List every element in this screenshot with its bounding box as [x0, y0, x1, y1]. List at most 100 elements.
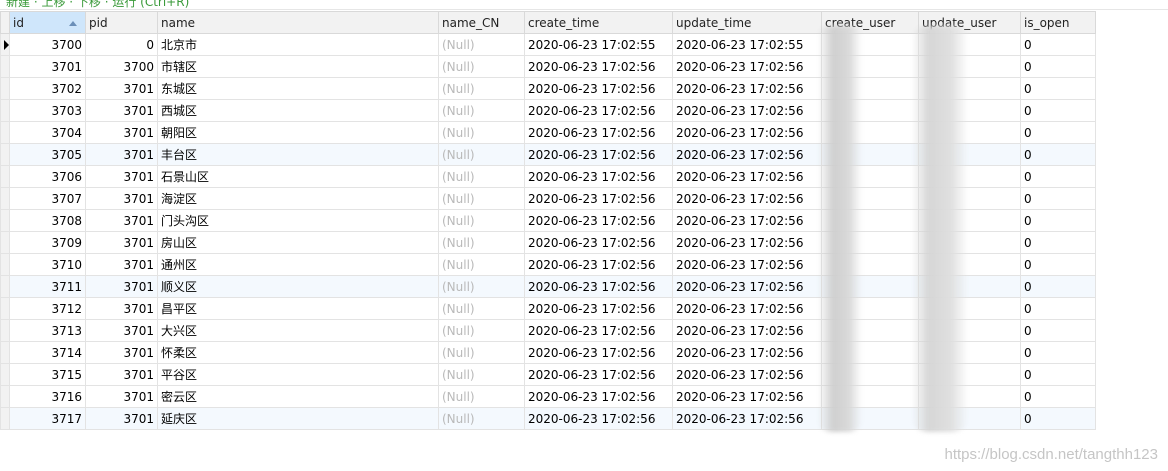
- cell-create-time[interactable]: 2020-06-23 17:02:56: [524, 407, 673, 430]
- row-indicator[interactable]: [0, 363, 10, 386]
- cell-name-cn[interactable]: (Null): [438, 121, 525, 144]
- cell-create-time[interactable]: 2020-06-23 17:02:55: [524, 33, 673, 56]
- cell-update-time[interactable]: 2020-06-23 17:02:56: [672, 143, 822, 166]
- cell-is-open[interactable]: 0: [1020, 341, 1096, 364]
- cell-id[interactable]: 3706: [9, 165, 86, 188]
- cell-name-cn[interactable]: (Null): [438, 319, 525, 342]
- cell-is-open[interactable]: 0: [1020, 165, 1096, 188]
- cell-update-time[interactable]: 2020-06-23 17:02:55: [672, 33, 822, 56]
- cell-is-open[interactable]: 0: [1020, 77, 1096, 100]
- cell-is-open[interactable]: 0: [1020, 143, 1096, 166]
- cell-name-cn[interactable]: (Null): [438, 253, 525, 276]
- cell-is-open[interactable]: 0: [1020, 121, 1096, 144]
- cell-name[interactable]: 海淀区: [157, 187, 439, 210]
- cell-name[interactable]: 市辖区: [157, 55, 439, 78]
- row-indicator[interactable]: [0, 319, 10, 342]
- cell-id[interactable]: 3710: [9, 253, 86, 276]
- row-indicator[interactable]: [0, 143, 10, 166]
- cell-id[interactable]: 3717: [9, 407, 86, 430]
- row-indicator[interactable]: [0, 187, 10, 210]
- cell-name-cn[interactable]: (Null): [438, 55, 525, 78]
- cell-update-time[interactable]: 2020-06-23 17:02:56: [672, 209, 822, 232]
- cell-pid[interactable]: 3701: [85, 77, 158, 100]
- cell-name[interactable]: 平谷区: [157, 363, 439, 386]
- cell-name-cn[interactable]: (Null): [438, 297, 525, 320]
- row-indicator[interactable]: [0, 121, 10, 144]
- row-indicator[interactable]: [0, 275, 10, 298]
- cell-create-time[interactable]: 2020-06-23 17:02:56: [524, 231, 673, 254]
- cell-name[interactable]: 通州区: [157, 253, 439, 276]
- cell-pid[interactable]: 3701: [85, 407, 158, 430]
- cell-name[interactable]: 门头沟区: [157, 209, 439, 232]
- row-indicator[interactable]: [0, 297, 10, 320]
- cell-name[interactable]: 密云区: [157, 385, 439, 408]
- row-indicator[interactable]: [0, 209, 10, 232]
- cell-name[interactable]: 朝阳区: [157, 121, 439, 144]
- cell-id[interactable]: 3705: [9, 143, 86, 166]
- cell-id[interactable]: 3711: [9, 275, 86, 298]
- cell-name[interactable]: 石景山区: [157, 165, 439, 188]
- cell-name-cn[interactable]: (Null): [438, 231, 525, 254]
- cell-create-time[interactable]: 2020-06-23 17:02:56: [524, 341, 673, 364]
- cell-create-time[interactable]: 2020-06-23 17:02:56: [524, 363, 673, 386]
- cell-update-time[interactable]: 2020-06-23 17:02:56: [672, 363, 822, 386]
- cell-is-open[interactable]: 0: [1020, 99, 1096, 122]
- cell-update-time[interactable]: 2020-06-23 17:02:56: [672, 165, 822, 188]
- cell-update-time[interactable]: 2020-06-23 17:02:56: [672, 121, 822, 144]
- cell-create-time[interactable]: 2020-06-23 17:02:56: [524, 253, 673, 276]
- cell-create-time[interactable]: 2020-06-23 17:02:56: [524, 77, 673, 100]
- cell-id[interactable]: 3704: [9, 121, 86, 144]
- cell-pid[interactable]: 3701: [85, 165, 158, 188]
- cell-name[interactable]: 延庆区: [157, 407, 439, 430]
- cell-create-time[interactable]: 2020-06-23 17:02:56: [524, 385, 673, 408]
- cell-is-open[interactable]: 0: [1020, 275, 1096, 298]
- cell-name-cn[interactable]: (Null): [438, 143, 525, 166]
- cell-id[interactable]: 3716: [9, 385, 86, 408]
- cell-pid[interactable]: 0: [85, 33, 158, 56]
- cell-update-time[interactable]: 2020-06-23 17:02:56: [672, 77, 822, 100]
- cell-is-open[interactable]: 0: [1020, 231, 1096, 254]
- cell-name[interactable]: 怀柔区: [157, 341, 439, 364]
- cell-pid[interactable]: 3700: [85, 55, 158, 78]
- cell-create-time[interactable]: 2020-06-23 17:02:56: [524, 165, 673, 188]
- cell-name-cn[interactable]: (Null): [438, 99, 525, 122]
- cell-id[interactable]: 3702: [9, 77, 86, 100]
- cell-is-open[interactable]: 0: [1020, 253, 1096, 276]
- cell-update-time[interactable]: 2020-06-23 17:02:56: [672, 319, 822, 342]
- cell-create-time[interactable]: 2020-06-23 17:02:56: [524, 143, 673, 166]
- cell-is-open[interactable]: 0: [1020, 407, 1096, 430]
- cell-name-cn[interactable]: (Null): [438, 363, 525, 386]
- cell-is-open[interactable]: 0: [1020, 33, 1096, 56]
- cell-id[interactable]: 3703: [9, 99, 86, 122]
- cell-is-open[interactable]: 0: [1020, 55, 1096, 78]
- row-indicator[interactable]: [0, 341, 10, 364]
- cell-is-open[interactable]: 0: [1020, 297, 1096, 320]
- cell-update-time[interactable]: 2020-06-23 17:02:56: [672, 385, 822, 408]
- cell-update-time[interactable]: 2020-06-23 17:02:56: [672, 407, 822, 430]
- cell-create-time[interactable]: 2020-06-23 17:02:56: [524, 297, 673, 320]
- cell-update-time[interactable]: 2020-06-23 17:02:56: [672, 99, 822, 122]
- cell-name-cn[interactable]: (Null): [438, 209, 525, 232]
- cell-is-open[interactable]: 0: [1020, 187, 1096, 210]
- cell-id[interactable]: 3709: [9, 231, 86, 254]
- cell-is-open[interactable]: 0: [1020, 209, 1096, 232]
- cell-name[interactable]: 东城区: [157, 77, 439, 100]
- cell-pid[interactable]: 3701: [85, 253, 158, 276]
- cell-name-cn[interactable]: (Null): [438, 33, 525, 56]
- cell-name-cn[interactable]: (Null): [438, 165, 525, 188]
- cell-pid[interactable]: 3701: [85, 187, 158, 210]
- cell-pid[interactable]: 3701: [85, 363, 158, 386]
- cell-pid[interactable]: 3701: [85, 385, 158, 408]
- cell-pid[interactable]: 3701: [85, 99, 158, 122]
- cell-pid[interactable]: 3701: [85, 341, 158, 364]
- cell-name[interactable]: 北京市: [157, 33, 439, 56]
- row-indicator[interactable]: [0, 253, 10, 276]
- cell-is-open[interactable]: 0: [1020, 363, 1096, 386]
- column-header-update-time[interactable]: update_time: [672, 11, 822, 34]
- cell-create-time[interactable]: 2020-06-23 17:02:56: [524, 99, 673, 122]
- cell-pid[interactable]: 3701: [85, 209, 158, 232]
- cell-id[interactable]: 3712: [9, 297, 86, 320]
- cell-name-cn[interactable]: (Null): [438, 385, 525, 408]
- cell-id[interactable]: 3708: [9, 209, 86, 232]
- cell-name-cn[interactable]: (Null): [438, 77, 525, 100]
